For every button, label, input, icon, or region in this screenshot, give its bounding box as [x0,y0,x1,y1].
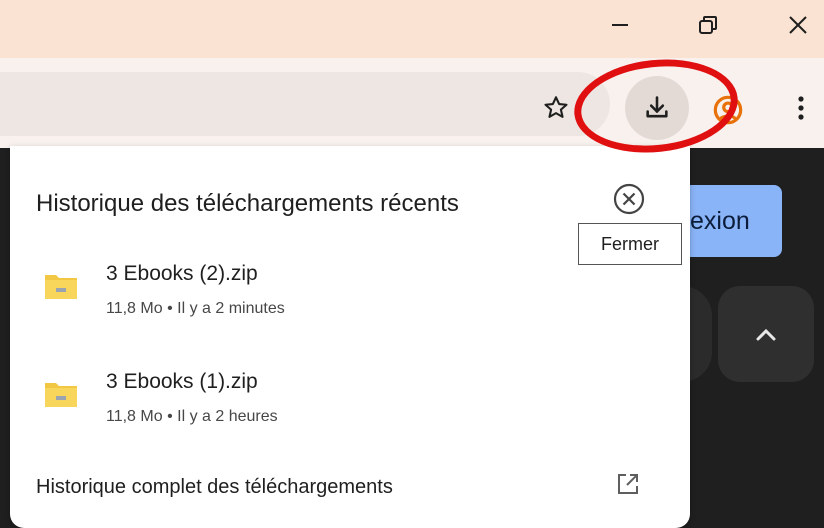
close-circle-icon [613,183,645,215]
download-item-name: 3 Ebooks (2).zip [106,262,258,285]
download-item[interactable]: 3 Ebooks (2).zip 11,8 Mo • Il y a 2 minu… [40,262,600,332]
login-button-label: exion [690,206,750,235]
profile-button[interactable] [708,90,748,130]
window-titlebar [0,0,824,58]
downloads-bubble: Historique des téléchargements récents 3… [10,146,690,528]
download-item-meta: 11,8 Mo • Il y a 2 minutes [106,300,285,317]
downloads-title: Historique des téléchargements récents [36,190,459,217]
login-button[interactable]: exion [676,185,782,257]
close-downloads-button[interactable] [612,182,646,216]
address-bar[interactable] [0,72,610,136]
browser-toolbar [0,58,824,148]
menu-button[interactable] [786,88,816,128]
minimize-icon [612,24,628,26]
minimize-button[interactable] [588,0,652,50]
downloads-button[interactable] [625,76,689,140]
zip-folder-icon [44,270,78,305]
close-tooltip: Fermer [578,223,682,265]
download-item-name: 3 Ebooks (1).zip [106,370,258,393]
bookmark-star-button[interactable] [536,88,576,128]
restore-button[interactable] [676,0,740,50]
download-icon [646,96,668,118]
close-window-button[interactable] [766,0,824,50]
chevron-up-icon [756,328,776,341]
restore-icon [699,16,717,34]
full-download-history-link[interactable]: Historique complet des téléchargements [36,476,393,499]
star-icon [544,96,568,118]
download-item-meta: 11,8 Mo • Il y a 2 heures [106,408,278,425]
scroll-up-button[interactable] [718,286,814,382]
more-vert-icon [798,96,804,120]
close-icon [789,16,807,34]
download-item[interactable]: 3 Ebooks (1).zip 11,8 Mo • Il y a 2 heur… [40,370,600,440]
open-in-new-icon[interactable] [616,472,640,501]
zip-folder-icon [44,378,78,413]
profile-icon [713,95,743,125]
